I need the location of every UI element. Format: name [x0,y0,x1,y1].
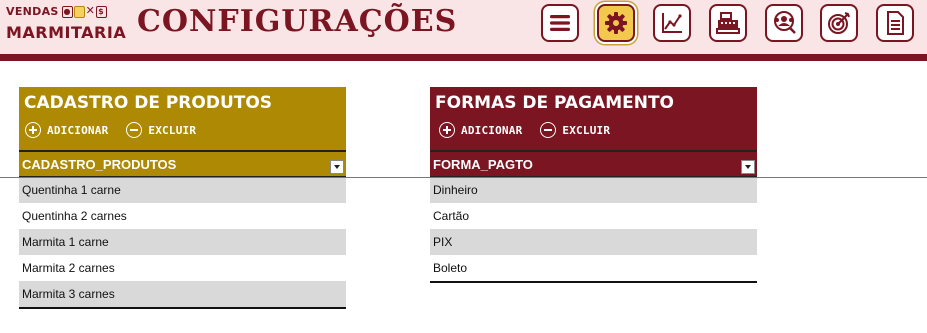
app-logo: VENDAS ● ✕ $ MARMITARIA [6,3,126,47]
add-payment-button[interactable]: ADICIONAR [439,122,522,138]
column-header-label: CADASTRO_PRODUTOS [22,157,177,172]
logo-dollar-icon: $ [95,5,107,18]
table-row[interactable]: Boleto [430,255,757,281]
column-header-label: FORMA_PAGTO [433,157,533,172]
gear-icon [605,12,627,34]
products-panel-title: CADASTRO DE PRODUTOS [24,93,273,113]
header-divider [0,54,927,61]
menu-icon [550,15,570,31]
nav-dashboard-button[interactable] [653,4,691,42]
products-panel-header: CADASTRO DE PRODUTOS ADICIONAR EXCLUIR [19,87,346,150]
header-bar: VENDAS ● ✕ $ MARMITARIA CONFIGURAÇÕES [0,0,927,54]
logo-text-top: VENDAS [6,5,59,18]
nav-goals-button[interactable] [820,4,858,42]
target-icon [828,12,850,34]
nav-sales-button[interactable] [709,4,747,42]
logo-box-icon [73,5,85,18]
table-row[interactable]: Marmita 3 carnes [19,281,346,307]
document-icon [887,11,904,35]
page-title: CONFIGURAÇÕES [137,4,458,39]
payments-panel: FORMAS DE PAGAMENTO ADICIONAR EXCLUIR FO… [430,87,757,283]
payments-panel-header: FORMAS DE PAGAMENTO ADICIONAR EXCLUIR [430,87,757,150]
logo-cutlery-icon: ✕ [85,3,96,17]
chart-icon [662,13,682,33]
logo-icons: ● ✕ $ [61,3,107,18]
filter-dropdown-icon[interactable] [741,160,755,174]
table-row[interactable]: Dinheiro [430,177,757,203]
nav-reports-button[interactable] [876,4,914,42]
freeze-pane-line [0,177,927,178]
table-row[interactable]: Quentinha 2 carnes [19,203,346,229]
table-bottom-border [430,281,757,283]
remove-circle-icon [126,122,143,138]
nav-settings-button[interactable] [597,4,635,42]
products-column-header: CADASTRO_PRODUTOS [19,150,346,177]
table-row[interactable]: Marmita 2 carnes [19,255,346,281]
delete-payment-button[interactable]: EXCLUIR [540,122,610,138]
delete-product-button[interactable]: EXCLUIR [126,122,196,138]
customers-icon [774,11,796,34]
table-row[interactable]: Quentinha 1 carne [19,177,346,203]
remove-circle-icon [540,122,557,138]
nav-customers-button[interactable] [765,4,803,42]
add-circle-icon [25,122,41,138]
nav-menu-button[interactable] [541,4,579,42]
table-row[interactable]: Marmita 1 carne [19,229,346,255]
payments-panel-title: FORMAS DE PAGAMENTO [435,93,675,113]
products-panel: CADASTRO DE PRODUTOS ADICIONAR EXCLUIR C… [19,87,346,309]
add-circle-icon [439,122,455,138]
logo-cup-icon: ● [61,5,73,18]
table-bottom-border [19,307,346,309]
logo-text-bottom: MARMITARIA [6,23,127,42]
table-row[interactable]: PIX [430,229,757,255]
filter-dropdown-icon[interactable] [330,160,344,174]
cash-register-icon [716,12,740,34]
table-row[interactable]: Cartão [430,203,757,229]
add-product-button[interactable]: ADICIONAR [25,122,108,138]
payments-column-header: FORMA_PAGTO [430,150,757,177]
